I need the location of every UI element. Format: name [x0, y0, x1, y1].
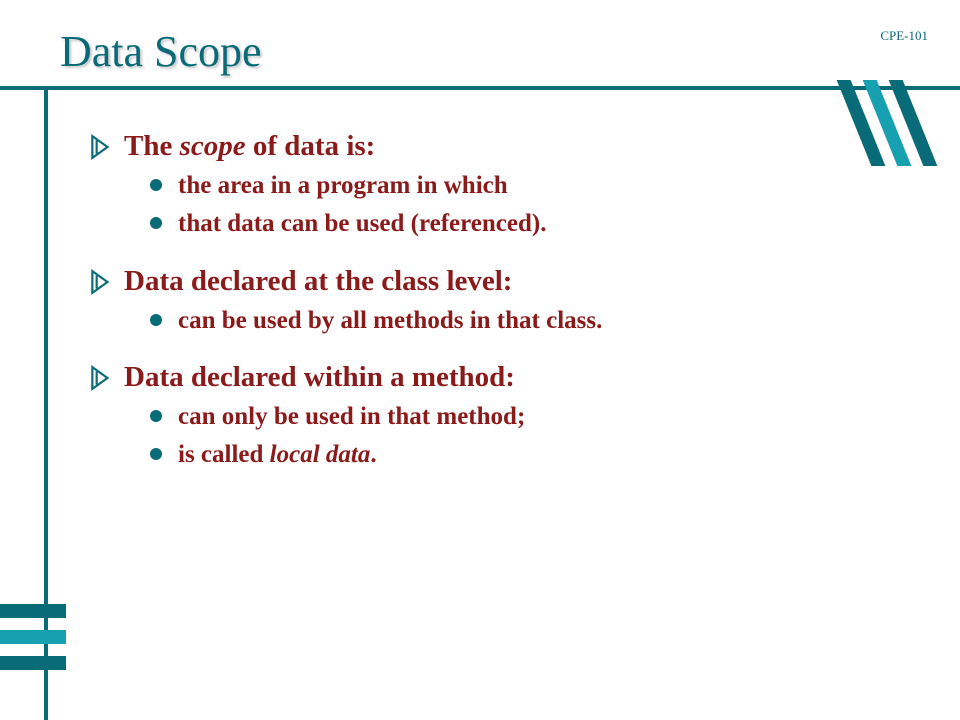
bullet-level1: Data declared at the class level: [90, 265, 910, 298]
section: The scope of data is: the area in a prog… [90, 130, 910, 241]
bullet-level2: is called local data. [150, 438, 910, 472]
bullet-dot-icon [150, 448, 162, 460]
bullet-dot-icon [150, 410, 162, 422]
section: Data declared within a method: can only … [90, 361, 910, 472]
horizontal-rule [0, 86, 960, 90]
bullet-level1: The scope of data is: [90, 130, 910, 163]
bullet-marker-icon [90, 365, 112, 391]
bullet-dot-icon [150, 314, 162, 326]
decoration-bottom-left [0, 604, 66, 682]
text-fragment: is called [178, 441, 270, 468]
bullet-level2: can only be used in that method; [150, 400, 910, 434]
text-fragment: of data is: [246, 130, 376, 162]
bullet-level1: Data declared within a method: [90, 361, 910, 394]
text-fragment-italic: local data [270, 441, 371, 468]
text-fragment: that data can be used (referenced). [178, 210, 546, 237]
content-area: The scope of data is: the area in a prog… [90, 130, 910, 496]
text-fragment-italic: scope [180, 130, 246, 162]
text-fragment: Data declared within a method: [124, 361, 515, 393]
bullet-marker-icon [90, 269, 112, 295]
bullet-dot-icon [150, 217, 162, 229]
bullet-level2: can be used by all methods in that class… [150, 304, 910, 338]
bullet-level2: that data can be used (referenced). [150, 207, 910, 241]
bullet-dot-icon [150, 179, 162, 191]
text-fragment: can only be used in that method; [178, 403, 525, 430]
text-fragment: the area in a program in which [178, 172, 508, 199]
course-label: CPE-101 [880, 28, 928, 44]
text-fragment: . [370, 441, 376, 468]
slide: CPE-101 Data Scope The scope of data is:… [0, 0, 960, 720]
text-fragment: The [124, 130, 180, 162]
text-fragment: can be used by all methods in that class… [178, 307, 602, 334]
bullet-level2: the area in a program in which [150, 169, 910, 203]
text-fragment: Data declared at the class level: [124, 265, 512, 297]
section: Data declared at the class level: can be… [90, 265, 910, 338]
bullet-marker-icon [90, 134, 112, 160]
page-title: Data Scope [60, 26, 262, 77]
